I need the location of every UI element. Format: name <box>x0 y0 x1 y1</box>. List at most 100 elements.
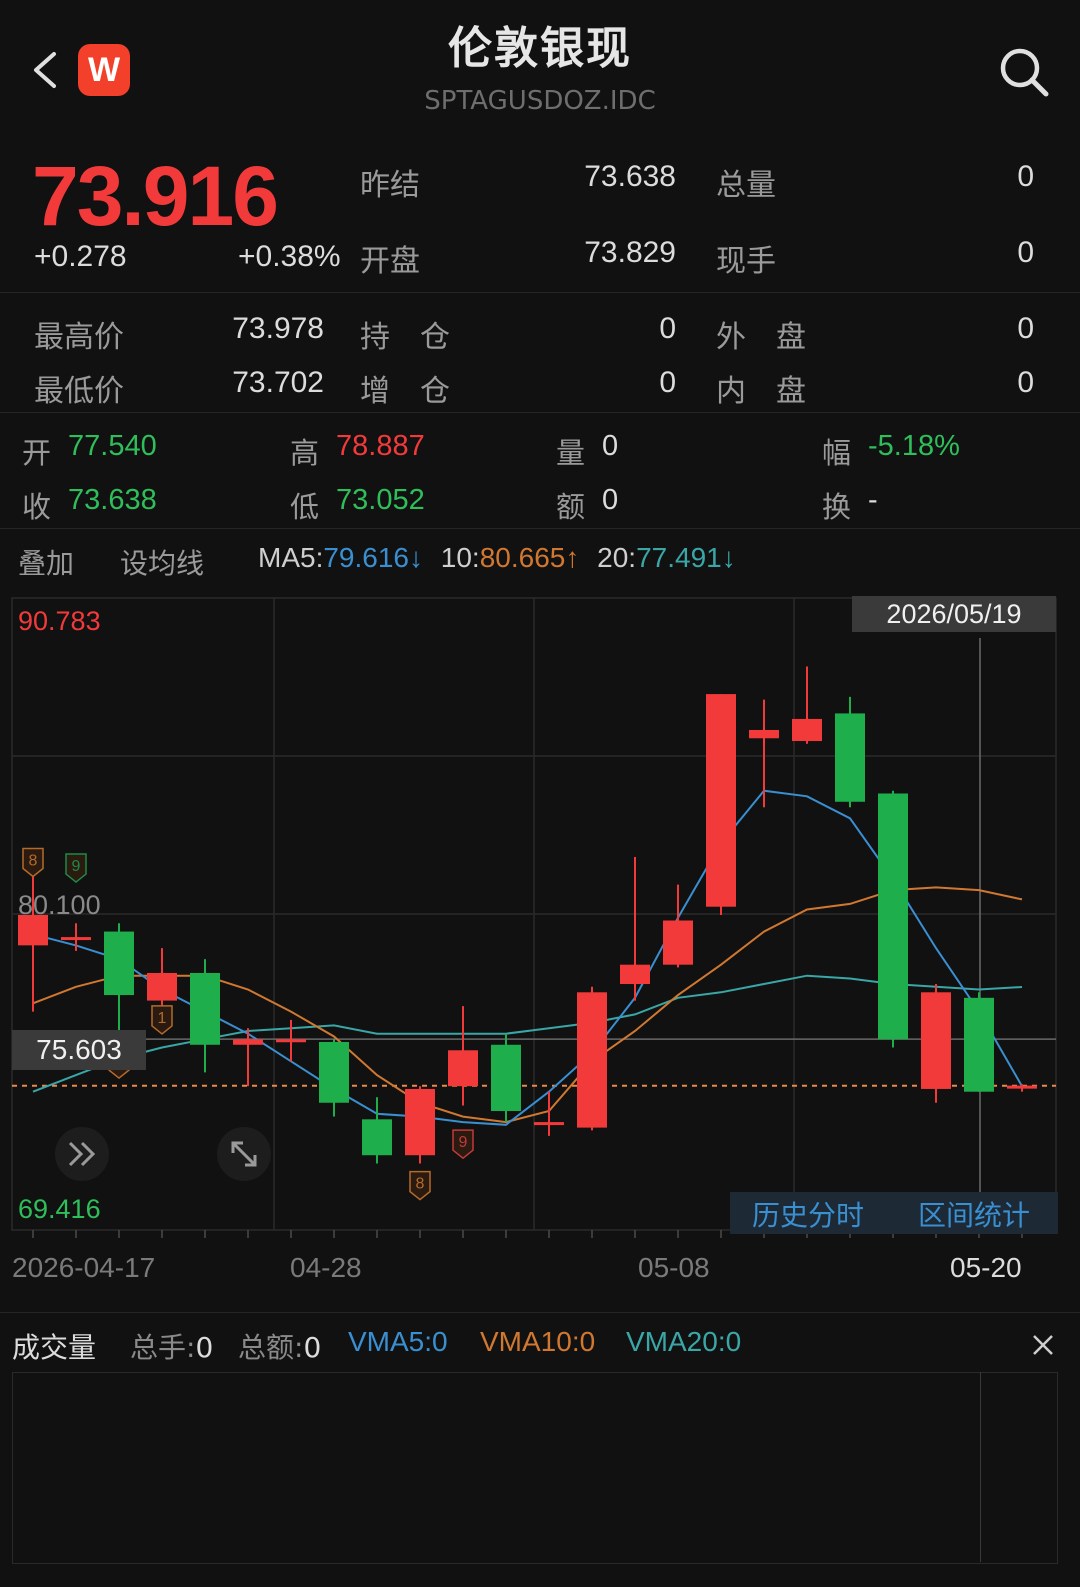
candle-body <box>964 997 994 1092</box>
candle-body <box>620 964 650 985</box>
candle-body <box>749 729 779 739</box>
candle-body <box>792 718 822 742</box>
open-interest-value: 0 <box>659 312 676 345</box>
vma20-readout: VMA20:0 <box>626 1326 741 1358</box>
candle-body <box>663 920 693 965</box>
signal-marker: 9 <box>65 853 87 884</box>
period-amplitude-label: 幅 <box>822 436 852 470</box>
crosshair-vertical-line <box>980 1372 981 1562</box>
outer-disc-label: 外 盘 <box>716 320 806 355</box>
vma5-readout: VMA5:0 <box>348 1326 448 1358</box>
low-value: 73.702 <box>232 366 324 399</box>
close-icon[interactable] <box>1030 1332 1056 1358</box>
period-close-label: 收 <box>22 490 52 524</box>
ma-readout: MA5:79.616↓ 10:80.665↑ 20:77.491↓ <box>258 542 736 574</box>
candlestick-chart[interactable]: 891289 <box>0 590 1080 1290</box>
candle-body <box>147 972 177 1001</box>
vma10-value: 0 <box>579 1326 596 1357</box>
ma20-value: 77.491↓ <box>636 542 736 573</box>
candle-body <box>1007 1085 1037 1089</box>
candle-body <box>61 937 91 941</box>
candle-body <box>491 1044 521 1112</box>
period-high-value: 78.887 <box>336 430 425 462</box>
svg-text:9: 9 <box>459 1134 468 1151</box>
candle-body <box>405 1088 435 1156</box>
open-label: 开盘 <box>360 244 420 279</box>
high-value: 73.978 <box>232 312 324 345</box>
overlay-button[interactable]: 叠加 <box>18 542 74 582</box>
candle-body <box>233 1039 263 1045</box>
crosshair-value-box: 75.603 <box>12 1030 146 1070</box>
chart-action-bar: 历史分时 区间统计 <box>730 1192 1058 1234</box>
low-label: 最低价 <box>34 374 124 409</box>
price-change: +0.278 <box>34 240 127 273</box>
candle-body <box>577 992 607 1128</box>
fast-forward-icon[interactable] <box>54 1126 110 1182</box>
last-price: 73.916 <box>32 149 279 243</box>
candle-body <box>835 713 865 802</box>
ma10-line <box>32 886 1023 1124</box>
y-axis-bottom-label: 69.416 <box>18 1194 101 1224</box>
symbol-code: SPTAGUSDOZ.IDC <box>424 86 656 116</box>
search-icon[interactable] <box>996 44 1052 100</box>
crosshair-date-box: 2026/05/19 <box>852 596 1056 632</box>
x-axis-label: 2026-04-17 <box>12 1252 156 1283</box>
oi-change-label: 增 仓 <box>360 374 450 409</box>
total-amount-value: 0 <box>303 1331 322 1364</box>
candle-body <box>706 694 736 907</box>
volume-total-amount: 总额:0 <box>238 1326 321 1366</box>
period-open-value: 77.540 <box>68 430 157 462</box>
candle-body <box>319 1042 349 1103</box>
period-low-value: 73.052 <box>336 484 425 516</box>
period-low-label: 低 <box>290 490 320 524</box>
period-open-label: 开 <box>22 436 52 470</box>
total-volume-label: 总量 <box>716 168 776 203</box>
period-close-value: 73.638 <box>68 484 157 516</box>
signal-marker: 8 <box>22 847 44 878</box>
open-interest-label: 持 仓 <box>360 320 450 355</box>
period-amplitude-value: -5.18% <box>868 430 960 462</box>
signal-marker: 1 <box>151 1005 173 1035</box>
period-volume-label: 量 <box>556 436 586 470</box>
total-hands-value: 0 <box>195 1331 214 1364</box>
period-high-label: 高 <box>290 436 320 470</box>
candle-body <box>448 1050 478 1087</box>
vma20-label: VMA20: <box>626 1326 726 1357</box>
candle-body <box>534 1122 564 1126</box>
ma5-label: MA5: <box>258 542 324 573</box>
range-stats-button[interactable]: 区间统计 <box>918 1194 1030 1234</box>
period-amount-value: 0 <box>602 484 619 516</box>
expand-icon[interactable] <box>216 1126 272 1182</box>
total-hands-label: 总手: <box>130 1331 196 1364</box>
divider <box>0 412 1080 413</box>
ma10-label: 10: <box>440 542 480 573</box>
open-value: 73.829 <box>584 236 676 269</box>
divider <box>0 528 1080 529</box>
y-axis-mid-label: 80.100 <box>18 890 101 920</box>
signal-marker: 8 <box>409 1170 431 1201</box>
total-volume-value: 0 <box>1017 160 1034 193</box>
svg-text:1: 1 <box>158 1010 167 1027</box>
volume-title: 成交量 <box>12 1331 97 1364</box>
prev-settle-label: 昨结 <box>360 168 420 203</box>
price-change-pct: +0.38% <box>238 240 341 273</box>
signal-marker: 9 <box>452 1129 474 1160</box>
svg-text:9: 9 <box>72 858 81 875</box>
candle-body <box>104 931 134 996</box>
x-axis-label: 05-08 <box>638 1252 710 1283</box>
candle-body <box>276 1039 306 1043</box>
prev-settle-value: 73.638 <box>584 160 676 193</box>
volume-panel <box>12 1372 1058 1564</box>
oi-change-value: 0 <box>659 366 676 399</box>
divider <box>0 292 1080 293</box>
ma20-line <box>32 974 1023 1093</box>
period-amount-label: 额 <box>556 490 586 524</box>
set-ma-button[interactable]: 设均线 <box>120 542 204 582</box>
ma5-value: 79.616↓ <box>323 542 423 573</box>
svg-text:8: 8 <box>416 1176 425 1193</box>
crosshair-date: 2026/05/19 <box>886 599 1022 629</box>
ma20-label: 20: <box>597 542 637 573</box>
history-intraday-button[interactable]: 历史分时 <box>752 1194 864 1234</box>
candle-body <box>362 1119 392 1156</box>
svg-text:8: 8 <box>29 853 38 870</box>
